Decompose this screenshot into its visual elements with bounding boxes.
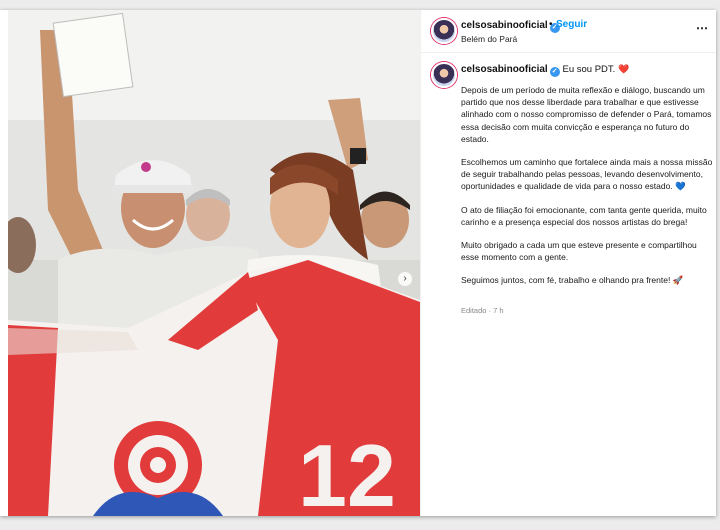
red-heart-icon: ❤️	[618, 64, 630, 74]
verified-badge-icon: ✓	[549, 67, 560, 77]
instagram-post: 12 › celsosabinooficial ✓ • Seguir Belém …	[0, 10, 716, 516]
rocket-icon: 🚀	[672, 275, 684, 286]
avatar[interactable]	[431, 18, 457, 44]
caption-paragraph: Escolhemos um caminho que fortalece aind…	[461, 157, 713, 192]
caption-paragraph: Muito obrigado a cada um que esteve pres…	[461, 240, 697, 263]
carousel-next-button[interactable]: ›	[398, 272, 412, 286]
location-link[interactable]: Belém do Pará	[461, 34, 517, 44]
post-photo[interactable]: 12 ›	[8, 10, 420, 516]
timestamp[interactable]: 7 h	[493, 306, 503, 315]
caption-paragraph: O ato de filiação foi emocionante, com t…	[461, 204, 707, 227]
more-options-icon[interactable]: ⋯	[696, 21, 708, 35]
caption-paragraph: Seguimos juntos, com fé, trabalho e olha…	[461, 275, 684, 286]
username-text[interactable]: celsosabinooficial	[461, 20, 548, 31]
separator-dot: •	[549, 19, 553, 30]
post-meta: Editado · 7 h	[461, 306, 504, 315]
caption-text: Depois de um período de muita reflexão e…	[461, 84, 716, 298]
caption-header: celsosabinooficial ✓ Eu sou PDT. ❤️	[461, 64, 629, 77]
flag-number: 12	[298, 426, 396, 516]
blue-heart-icon: 💙	[675, 181, 686, 192]
caption-paragraph: Depois de um período de muita reflexão e…	[461, 85, 712, 144]
caption-heading: Eu sou PDT.	[562, 64, 616, 75]
caption-avatar[interactable]	[431, 62, 457, 88]
caption-username[interactable]: celsosabinooficial	[461, 64, 548, 75]
edited-label: Editado	[461, 306, 487, 315]
follow-button[interactable]: Seguir	[556, 19, 587, 30]
photo-illustration: 12	[8, 10, 420, 516]
post-header: celsosabinooficial ✓ • Seguir Belém do Pa…	[421, 10, 716, 53]
post-sidebar: celsosabinooficial ✓ • Seguir Belém do Pa…	[420, 10, 716, 516]
username-link[interactable]: celsosabinooficial ✓	[461, 20, 560, 33]
